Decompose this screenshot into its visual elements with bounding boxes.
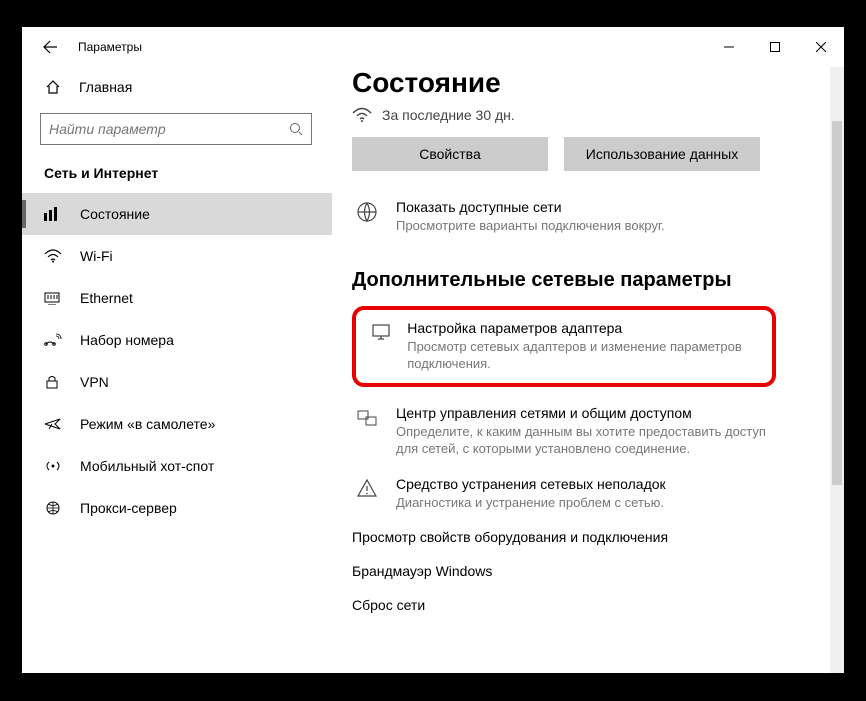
window-title: Параметры	[78, 40, 142, 54]
content-panel: Состояние За последние 30 дн. Свойства И…	[332, 67, 844, 673]
title-bar: Параметры	[22, 27, 844, 67]
sidebar-item-proxy[interactable]: Прокси-сервер	[22, 487, 332, 529]
available-networks-desc: Просмотрите варианты подключения вокруг.	[396, 217, 665, 235]
sharing-center-tile[interactable]: Центр управления сетями и общим доступом…	[352, 405, 824, 458]
status-icon	[44, 207, 62, 221]
proxy-icon	[44, 501, 62, 515]
maximize-button[interactable]	[752, 31, 798, 63]
wifi-signal-icon	[352, 107, 372, 123]
troubleshoot-desc: Диагностика и устранение проблем с сетью…	[396, 494, 666, 512]
back-button[interactable]	[34, 31, 66, 63]
available-networks-title: Показать доступные сети	[396, 199, 665, 215]
sidebar: Главная Сеть и Интернет Состояние Wi-Fi	[22, 67, 332, 673]
period-label: За последние 30 дн.	[382, 107, 515, 123]
sharing-icon	[352, 405, 382, 458]
wifi-icon	[44, 249, 62, 263]
sidebar-item-airplane[interactable]: Режим «в самолете»	[22, 403, 332, 445]
sidebar-section: Сеть и Интернет	[22, 145, 332, 193]
adapter-settings-tile[interactable]: Настройка параметров адаптера Просмотр с…	[352, 306, 776, 387]
sidebar-home[interactable]: Главная	[22, 67, 332, 107]
sidebar-item-label: Wi-Fi	[80, 248, 113, 264]
sharing-center-title: Центр управления сетями и общим доступом	[396, 405, 776, 421]
sharing-center-desc: Определите, к каким данным вы хотите пре…	[396, 423, 776, 458]
hotspot-icon	[44, 459, 62, 473]
home-icon	[45, 79, 61, 95]
sidebar-item-status[interactable]: Состояние	[22, 193, 332, 235]
sidebar-home-label: Главная	[79, 79, 132, 95]
dialup-icon	[44, 333, 62, 347]
period-row: За последние 30 дн.	[352, 107, 824, 123]
section-advanced-title: Дополнительные сетевые параметры	[352, 269, 824, 292]
link-network-reset[interactable]: Сброс сети	[352, 597, 824, 613]
close-icon	[816, 42, 826, 52]
adapter-settings-desc: Просмотр сетевых адаптеров и изменение п…	[407, 338, 758, 373]
sidebar-item-wifi[interactable]: Wi-Fi	[22, 235, 332, 277]
link-firewall[interactable]: Брандмауэр Windows	[352, 563, 824, 579]
sidebar-item-label: Мобильный хот-спот	[80, 458, 214, 474]
airplane-icon	[44, 417, 62, 431]
sidebar-item-label: VPN	[80, 374, 109, 390]
back-arrow-icon	[42, 39, 58, 55]
sidebar-item-vpn[interactable]: VPN	[22, 361, 332, 403]
properties-button[interactable]: Свойства	[352, 137, 548, 171]
search-input[interactable]	[49, 121, 289, 137]
maximize-icon	[770, 42, 780, 52]
sidebar-item-label: Режим «в самолете»	[80, 416, 215, 432]
link-hardware-properties[interactable]: Просмотр свойств оборудования и подключе…	[352, 529, 824, 545]
sidebar-item-label: Состояние	[80, 206, 150, 222]
available-networks-tile[interactable]: Показать доступные сети Просмотрите вари…	[352, 199, 824, 235]
sidebar-item-hotspot[interactable]: Мобильный хот-спот	[22, 445, 332, 487]
search-input-wrap[interactable]	[40, 113, 312, 145]
globe-icon	[352, 199, 382, 235]
troubleshoot-tile[interactable]: Средство устранения сетевых неполадок Ди…	[352, 476, 824, 512]
sidebar-item-label: Ethernet	[80, 290, 133, 306]
minimize-button[interactable]	[706, 31, 752, 63]
minimize-icon	[724, 42, 734, 52]
close-button[interactable]	[798, 31, 844, 63]
sidebar-item-dialup[interactable]: Набор номера	[22, 319, 332, 361]
adapter-icon	[366, 320, 395, 373]
scrollbar-vertical[interactable]	[830, 67, 844, 673]
sidebar-item-label: Прокси-сервер	[80, 500, 177, 516]
warning-icon	[352, 476, 382, 512]
troubleshoot-title: Средство устранения сетевых неполадок	[396, 476, 666, 492]
ethernet-icon	[44, 291, 62, 305]
data-usage-button[interactable]: Использование данных	[564, 137, 760, 171]
page-title: Состояние	[352, 67, 824, 99]
scrollbar-thumb[interactable]	[832, 121, 842, 485]
sidebar-item-ethernet[interactable]: Ethernet	[22, 277, 332, 319]
sidebar-item-label: Набор номера	[80, 332, 174, 348]
vpn-icon	[44, 375, 62, 389]
adapter-settings-title: Настройка параметров адаптера	[407, 320, 758, 336]
search-icon	[289, 122, 303, 136]
